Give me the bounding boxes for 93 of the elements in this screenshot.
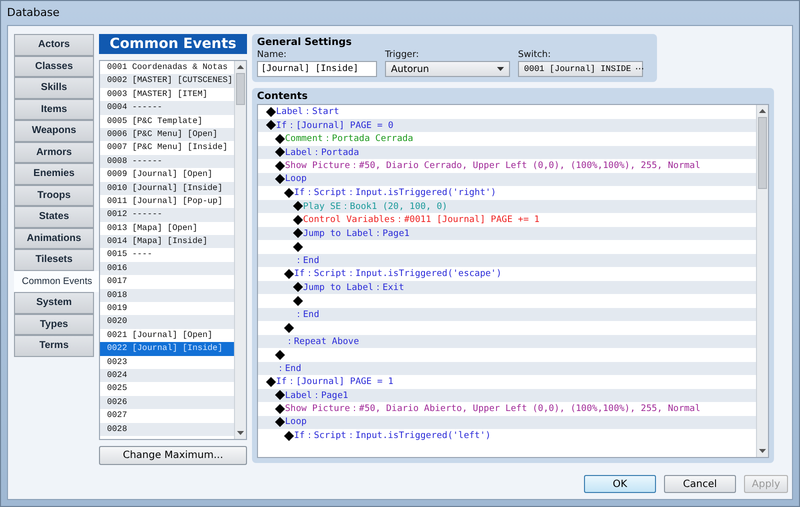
command-text[interactable]: ：Repeat Above	[285, 334, 360, 348]
database-tab[interactable]: Animations	[14, 228, 94, 249]
diamond-icon	[275, 350, 285, 360]
event-item[interactable]: 0022 [Journal] [Inside]	[100, 342, 234, 356]
event-item[interactable]: 0020	[100, 315, 234, 329]
scroll-up-icon[interactable]	[237, 65, 244, 69]
event-item[interactable]: 0018	[100, 288, 234, 302]
database-tab[interactable]: States	[14, 206, 94, 228]
event-item[interactable]: 0006 [P&C Menu] [Open]	[100, 128, 234, 142]
event-item[interactable]: 0028	[100, 422, 234, 436]
database-tab[interactable]: Items	[14, 98, 94, 120]
database-tab[interactable]: System	[14, 292, 94, 314]
name-field[interactable]: [Journal] [Inside]	[257, 61, 377, 77]
database-tab[interactable]: Terms	[14, 335, 94, 356]
command-text[interactable]: If：Script：Input.isTriggered('right')	[294, 186, 496, 200]
command-text[interactable]: Control Variables：#0011 [Journal] PAGE += 1	[303, 213, 540, 226]
scrollbar-thumb[interactable]	[236, 73, 245, 105]
diamond-icon	[293, 296, 303, 306]
diamond-icon	[293, 201, 303, 212]
database-tab[interactable]: Tilesets	[14, 249, 94, 270]
event-item[interactable]: 0005 [P&C Template]	[100, 114, 234, 128]
database-tab[interactable]: Skills	[14, 77, 94, 98]
diamond-icon	[266, 120, 276, 130]
scrollbar-thumb[interactable]	[758, 117, 767, 189]
diamond-icon	[275, 160, 285, 171]
diamond-icon	[266, 106, 276, 117]
database-tab[interactable]: Enemies	[14, 163, 94, 184]
scrollbar[interactable]	[234, 61, 246, 439]
diamond-icon	[293, 282, 303, 292]
command-text[interactable]: Loop	[285, 174, 307, 184]
diamond-icon	[284, 322, 294, 333]
event-item[interactable]: 0010 [Journal] [Inside]	[100, 182, 234, 195]
scroll-up-icon[interactable]	[759, 109, 766, 113]
diamond-icon	[293, 214, 303, 225]
command-text[interactable]: Comment：Portada Cerrada	[285, 132, 414, 146]
panel-title: General Settings	[257, 37, 353, 48]
window-title: Database	[7, 6, 60, 18]
dropdown-caret-icon	[497, 67, 504, 71]
dialog-button[interactable]: Cancel	[664, 475, 736, 493]
change-maximum-button[interactable]: Change Maximum...	[99, 446, 247, 465]
diamond-icon	[284, 430, 294, 441]
database-tab[interactable]: Troops	[14, 184, 94, 206]
scroll-down-icon[interactable]	[237, 431, 244, 435]
diamond-icon	[275, 404, 285, 414]
event-item[interactable]: 0011 [Journal] [Pop-up]	[100, 194, 234, 208]
database-tab[interactable]: Actors	[14, 34, 94, 56]
command-text[interactable]: Label：Start	[276, 105, 340, 118]
switch-selector[interactable]: 0001 [Journal] INSIDE ···	[518, 61, 643, 77]
database-tab[interactable]: Types	[14, 314, 94, 335]
command-text[interactable]: Label：Portada	[285, 146, 360, 159]
command-text[interactable]: Show Picture：#50, Diario Abierto, Upper Left (0,0), (100%,100%), 255, Normal	[285, 402, 700, 416]
event-item[interactable]: 0026	[100, 396, 234, 410]
diamond-icon	[275, 417, 285, 428]
event-item[interactable]: 0019	[100, 302, 234, 316]
event-item[interactable]: 0001 Coordenadas & Notas	[100, 61, 234, 74]
command-text[interactable]: If：Script：Input.isTriggered('escape')	[294, 267, 502, 280]
database-tab[interactable]: Common Events	[14, 270, 100, 292]
diamond-icon	[293, 228, 303, 238]
database-tab[interactable]: Weapons	[14, 120, 94, 142]
event-item[interactable]: 0012 ------	[100, 208, 234, 222]
database-tab[interactable]: Classes	[14, 56, 94, 77]
command-text[interactable]: ：End	[294, 308, 320, 321]
event-item[interactable]: 0024	[100, 368, 234, 382]
diamond-icon	[275, 174, 285, 184]
diamond-icon	[284, 188, 294, 198]
field-label: Trigger:	[385, 50, 420, 60]
command-text[interactable]: If：Script：Input.isTriggered('left')	[294, 429, 491, 442]
diamond-icon	[275, 134, 285, 144]
diamond-icon	[275, 390, 285, 400]
command-text[interactable]: ：End	[276, 362, 302, 375]
event-item[interactable]: 0004 ------	[100, 101, 234, 115]
command-text[interactable]: Show Picture：#50, Diario Cerrado, Upper Left (0,0), (100%,100%), 255, Normal	[285, 159, 700, 172]
diamond-icon	[275, 147, 285, 158]
command-text[interactable]: Label：Page1	[285, 388, 348, 402]
scroll-down-icon[interactable]	[759, 449, 766, 453]
dialog-button[interactable]: OK	[584, 475, 656, 493]
diamond-icon	[266, 376, 276, 387]
diamond-icon	[293, 242, 303, 252]
command-text[interactable]: Loop	[285, 417, 307, 428]
list-header: Common Events	[99, 34, 247, 54]
panel-title: Contents	[257, 91, 309, 102]
event-item[interactable]: 0014 [Mapa] [Inside]	[100, 235, 234, 248]
scrollbar[interactable]	[756, 105, 768, 457]
command-text[interactable]: If：[Journal] PAGE = 1	[276, 375, 394, 388]
field-label: Name:	[257, 50, 288, 60]
field-label: Switch:	[518, 50, 552, 60]
event-item[interactable]: 0008 ------	[100, 154, 234, 168]
trigger-dropdown[interactable]: Autorun	[385, 61, 510, 77]
event-item[interactable]: 0002 [MASTER] [CUTSCENES]	[100, 74, 234, 88]
diamond-icon	[284, 268, 294, 279]
event-item[interactable]: 0016	[100, 262, 234, 276]
command-text[interactable]: ：End	[294, 254, 320, 267]
database-tab[interactable]: Armors	[14, 142, 94, 163]
